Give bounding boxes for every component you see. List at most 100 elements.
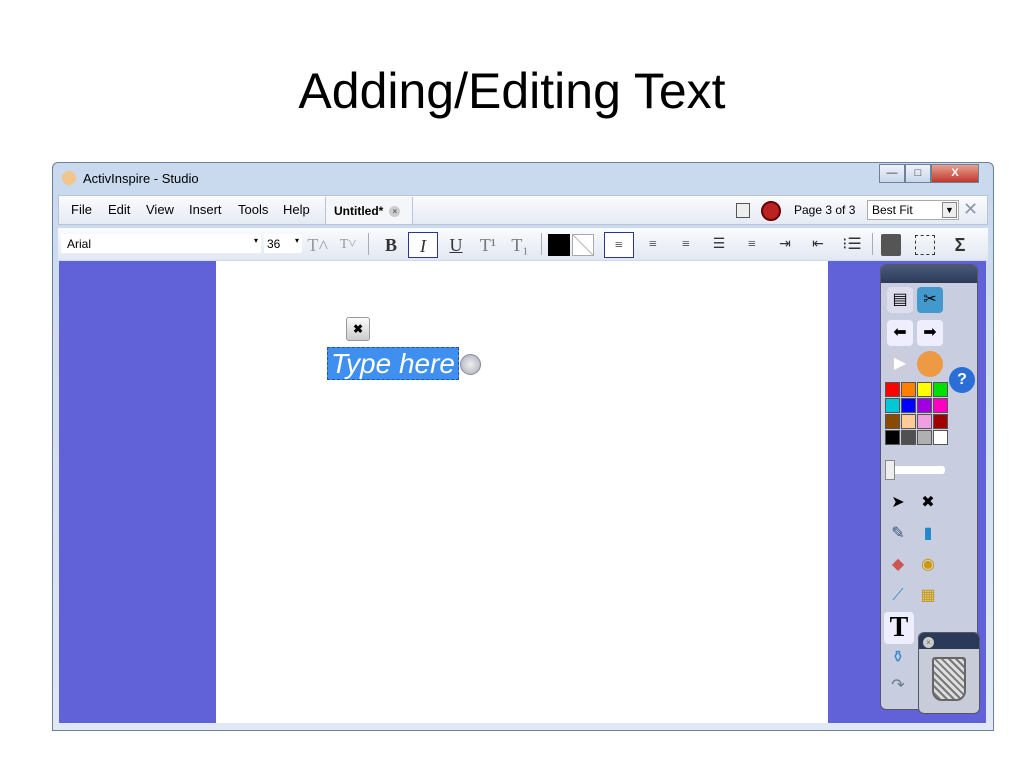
window-title: ActivInspire - Studio bbox=[83, 171, 199, 186]
fill-none-button[interactable] bbox=[572, 234, 594, 256]
menu-tools[interactable]: Tools bbox=[238, 202, 268, 217]
align-center-button[interactable]: ≡ bbox=[638, 232, 668, 258]
tab-close-icon[interactable]: × bbox=[389, 206, 401, 217]
line-spacing-button[interactable]: ☰ bbox=[704, 232, 734, 258]
pen-width-slider[interactable] bbox=[885, 460, 945, 480]
italic-button[interactable]: I bbox=[408, 232, 438, 258]
menu-edit[interactable]: Edit bbox=[108, 202, 130, 217]
previous-page-icon[interactable]: ⬅ bbox=[887, 320, 913, 346]
fill-icon[interactable]: ◉ bbox=[915, 552, 941, 578]
menu-bar: File Edit View Insert Tools Help Untitle… bbox=[58, 195, 988, 225]
divider bbox=[541, 233, 542, 255]
help-icon[interactable]: ? bbox=[949, 367, 975, 393]
swatch[interactable] bbox=[901, 414, 916, 429]
pen-icon[interactable]: ✎ bbox=[885, 521, 911, 547]
format-toolbar: Arial ▾ 36 ▾ T˄ T˅ B I U T¹ T₁ ≡ ≡ ≡ ☰ ≡ ⇥… bbox=[58, 228, 988, 260]
revealer-icon[interactable] bbox=[917, 351, 943, 377]
swatch[interactable] bbox=[917, 398, 932, 413]
underline-button[interactable]: U bbox=[441, 232, 471, 258]
menu-help[interactable]: Help bbox=[283, 202, 310, 217]
shrink-font-button[interactable]: T˅ bbox=[333, 232, 363, 258]
swatch[interactable] bbox=[933, 414, 948, 429]
highlighter-icon[interactable]: ▮ bbox=[915, 521, 941, 547]
close-icon[interactable]: × bbox=[923, 637, 934, 648]
browser-icon[interactable]: ▤ bbox=[887, 287, 913, 313]
font-select[interactable]: Arial ▾ bbox=[61, 234, 261, 253]
app-icon bbox=[62, 171, 76, 185]
trash-bin[interactable]: × bbox=[918, 632, 980, 714]
menu-view[interactable]: View bbox=[146, 202, 174, 217]
title-bar: ActivInspire - Studio — □ X bbox=[53, 163, 993, 193]
select-tool-icon[interactable]: ➤ bbox=[885, 490, 911, 516]
designer-mode-icon[interactable]: ✂ bbox=[917, 287, 943, 313]
font-size-select[interactable]: 36 ▾ bbox=[264, 234, 302, 253]
toolbox-header[interactable] bbox=[881, 265, 977, 283]
redo-icon[interactable]: ↷ bbox=[885, 673, 911, 699]
tools-icon[interactable]: ✖ bbox=[915, 490, 941, 516]
swatch[interactable] bbox=[933, 398, 948, 413]
superscript-button[interactable]: T¹ bbox=[473, 232, 503, 258]
font-value: Arial bbox=[67, 237, 92, 251]
play-icon[interactable]: ▶ bbox=[887, 351, 913, 377]
swatch[interactable] bbox=[933, 430, 948, 445]
swatch[interactable] bbox=[917, 430, 932, 445]
clear-icon[interactable]: ⚱ bbox=[885, 645, 911, 671]
menu-insert[interactable]: Insert bbox=[189, 202, 222, 217]
swatch[interactable] bbox=[917, 382, 932, 397]
divider bbox=[872, 233, 873, 255]
next-page-icon[interactable]: ➡ bbox=[917, 320, 943, 346]
chevron-down-icon: ▾ bbox=[294, 236, 299, 245]
zoom-value: Best Fit bbox=[872, 203, 913, 217]
connector-icon[interactable]: ⟋ bbox=[885, 583, 911, 609]
chevron-down-icon[interactable]: ▼ bbox=[942, 202, 957, 218]
eraser-icon[interactable]: ◆ bbox=[885, 552, 911, 578]
tab-untitled[interactable]: Untitled* × bbox=[325, 197, 413, 224]
indent-button[interactable]: ⇥ bbox=[770, 232, 800, 258]
page-notes-icon[interactable] bbox=[736, 203, 750, 218]
equation-button[interactable]: Σ bbox=[945, 232, 975, 258]
font-size-value: 36 bbox=[267, 237, 281, 251]
resource-library-icon[interactable]: ▦ bbox=[915, 583, 941, 609]
outdent-button[interactable]: ⇤ bbox=[803, 232, 833, 258]
text-input[interactable]: Type here bbox=[327, 347, 459, 380]
swatch[interactable] bbox=[885, 414, 900, 429]
maximize-button[interactable]: □ bbox=[905, 164, 931, 183]
paragraph-spacing-button[interactable]: ≡ bbox=[737, 232, 767, 258]
bin-header: × bbox=[919, 633, 979, 649]
swatch[interactable] bbox=[901, 430, 916, 445]
trash-icon bbox=[932, 657, 966, 701]
grow-font-button[interactable]: T˄ bbox=[303, 232, 333, 258]
tab-label: Untitled* bbox=[334, 204, 384, 218]
swatch[interactable] bbox=[933, 382, 948, 397]
swatch[interactable] bbox=[885, 382, 900, 397]
no-pen-icon[interactable] bbox=[761, 201, 781, 221]
minimize-button[interactable]: — bbox=[879, 164, 905, 183]
select-text-icon[interactable] bbox=[915, 235, 935, 255]
align-right-button[interactable]: ≡ bbox=[671, 232, 701, 258]
page-indicator: Page 3 of 3 bbox=[794, 203, 856, 217]
color-palette bbox=[885, 382, 948, 445]
menu-file[interactable]: File bbox=[71, 202, 92, 217]
move-handle-icon[interactable]: ✖ bbox=[346, 317, 370, 341]
divider bbox=[368, 233, 369, 255]
zoom-select[interactable]: Best Fit ▼ bbox=[867, 200, 959, 220]
flipchart-area: ✖ Type here bbox=[59, 261, 986, 723]
swatch[interactable] bbox=[885, 430, 900, 445]
chevron-down-icon: ▾ bbox=[253, 236, 258, 245]
rotate-handle[interactable] bbox=[460, 354, 481, 375]
swatch[interactable] bbox=[917, 414, 932, 429]
slide-title: Adding/Editing Text bbox=[298, 63, 726, 119]
bold-button[interactable]: B bbox=[376, 232, 406, 258]
bullets-button[interactable]: ⁝☰ bbox=[837, 232, 867, 258]
text-color-button[interactable] bbox=[548, 234, 570, 256]
swatch[interactable] bbox=[901, 398, 916, 413]
fullscreen-icon[interactable]: ✕ bbox=[963, 199, 978, 220]
text-tool-icon[interactable]: T bbox=[884, 612, 914, 644]
swatch[interactable] bbox=[885, 398, 900, 413]
close-button[interactable]: X bbox=[931, 164, 979, 183]
swatch[interactable] bbox=[901, 382, 916, 397]
align-left-button[interactable]: ≡ bbox=[604, 232, 634, 258]
flipchart-page[interactable]: ✖ Type here bbox=[216, 261, 828, 723]
subscript-button[interactable]: T₁ bbox=[505, 232, 535, 258]
keyboard-icon[interactable] bbox=[881, 234, 901, 256]
